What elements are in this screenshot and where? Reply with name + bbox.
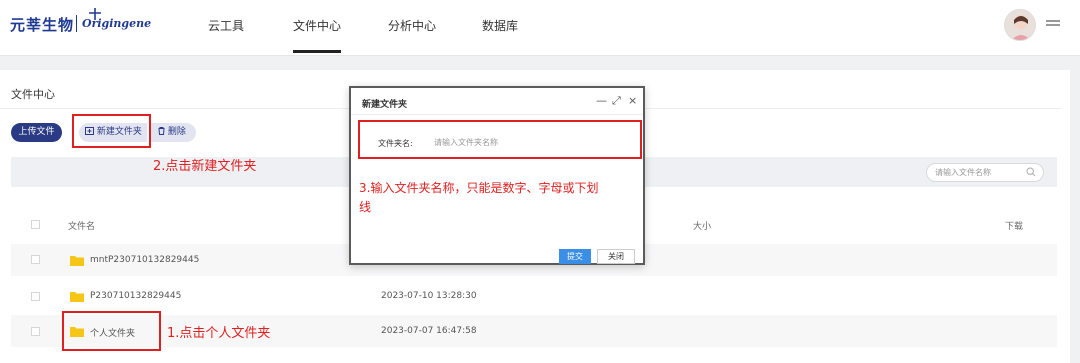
file-name[interactable]: mntP230710132829445 [90,255,199,265]
row-checkbox[interactable] [31,255,40,264]
file-name[interactable]: P230710132829445 [90,291,181,301]
trash-icon [158,127,165,135]
upload-button[interactable]: 上传文件 [11,123,62,142]
user-avatar[interactable] [1004,9,1036,41]
annotation-step-3: 3.输入文件夹名称，只能是数字、字母或下划 [359,181,599,195]
minimize-icon[interactable]: — [596,94,607,107]
annotation-box-personal-folder [62,311,161,351]
delete-button[interactable]: 删除 [150,123,196,142]
search-icon[interactable] [1026,167,1036,177]
column-header-name: 文件名 [68,222,96,232]
annotation-box-folder-input [358,120,642,159]
annotation-box-new-folder [72,114,151,148]
annotation-step-2: 2.点击新建文件夹 [153,159,257,174]
annotation-step-1: 1.点击个人文件夹 [167,326,271,341]
nav-file-center[interactable]: 文件中心 [293,17,342,53]
close-button[interactable]: 关闭 [597,249,635,264]
submit-button[interactable]: 提交 [559,249,591,264]
top-navbar: 元莘生物 Origingene 云工具 文件中心 分析中心 数据库 [0,0,1080,56]
file-date: 2023-07-07 16:47:58 [381,326,477,336]
folder-icon [70,292,84,302]
nav-cloud-tools[interactable]: 云工具 [208,17,244,34]
new-folder-dialog: 新建文件夹 — ⤢ × 文件夹名: 请输入文件夹名称 3.输入文件夹名称，只能是… [349,86,645,265]
dialog-title: 新建文件夹 [362,100,408,110]
avatar-person-icon [1011,15,1031,40]
column-header-size: 大小 [693,222,712,232]
folder-icon [70,256,84,266]
nav-analysis-center[interactable]: 分析中心 [388,17,436,34]
row-checkbox[interactable] [31,292,40,301]
file-date: 2023-07-10 13:28:30 [381,291,477,301]
delete-label: 删除 [167,127,186,137]
page-title: 文件中心 [11,88,55,101]
row-checkbox[interactable] [31,327,40,336]
nav-database[interactable]: 数据库 [482,17,518,34]
dialog-header-divider [351,114,643,115]
menu-icon[interactable] [1046,20,1060,30]
logo-divider [76,15,77,32]
maximize-icon[interactable]: ⤢ [612,94,621,108]
select-all-checkbox[interactable] [31,220,40,229]
column-header-download: 下载 [1005,222,1024,232]
annotation-step-3-cont: 线 [359,200,372,214]
close-icon[interactable]: × [628,94,637,107]
logo-text-cn: 元莘生物 [10,16,75,34]
logo-text-en: Origingene [82,17,152,30]
